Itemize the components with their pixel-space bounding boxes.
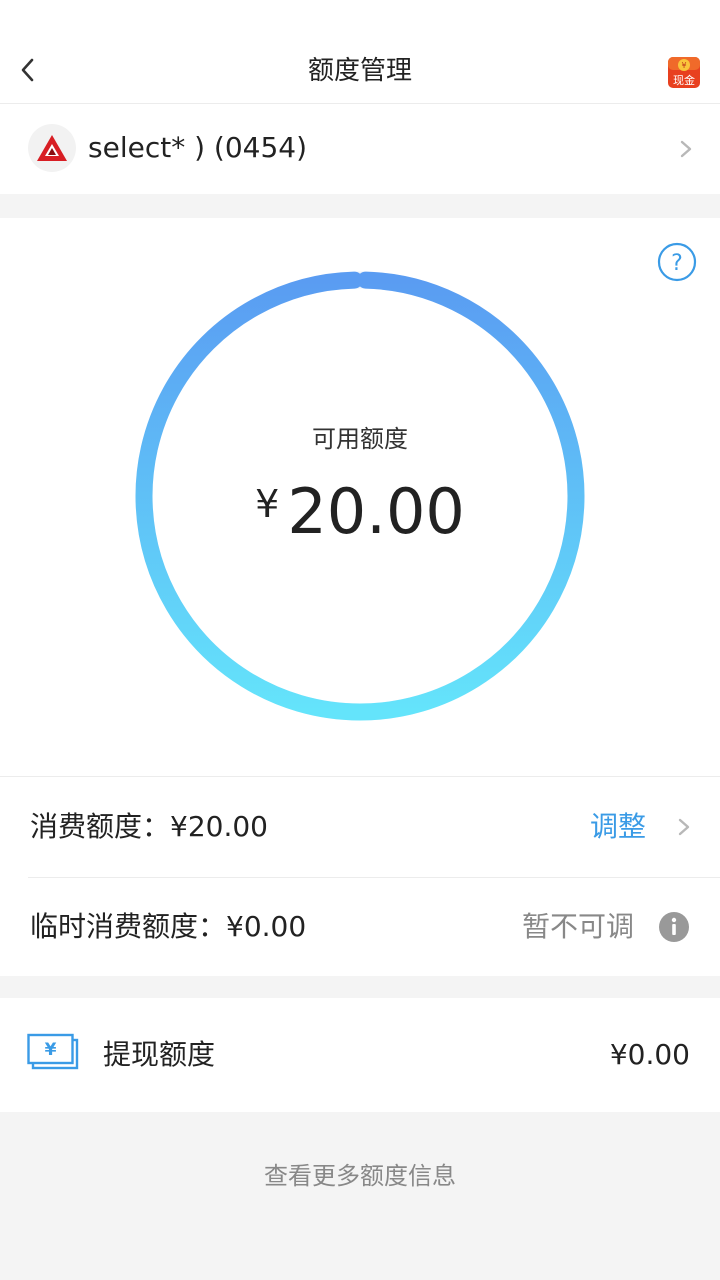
- available-credit-value: 20.00: [287, 475, 465, 548]
- cash-badge-label: 现金: [673, 73, 695, 87]
- temp-quota-value: ¥0.00: [226, 910, 307, 943]
- adjust-button[interactable]: 调整: [590, 807, 646, 847]
- consume-quota-row[interactable]: 消费额度：¥20.00 调整: [0, 777, 720, 877]
- temp-quota-status: 暂不可调: [522, 910, 635, 943]
- available-credit-label: 可用额度: [312, 425, 408, 453]
- yuan-note-icon: ¥: [27, 1033, 79, 1070]
- svg-text:?: ?: [671, 251, 683, 276]
- currency-symbol: ¥: [255, 482, 280, 526]
- available-credit-panel: ? 可用额度 ¥20.00: [0, 218, 720, 776]
- info-icon[interactable]: [658, 911, 690, 943]
- chevron-right-icon: [680, 140, 692, 158]
- svg-text:¥: ¥: [45, 1040, 57, 1060]
- consume-quota-label: 消费额度：: [30, 810, 171, 843]
- cash-badge-icon: ¥ 现金: [668, 57, 700, 88]
- temp-quota-text: 临时消费额度：¥0.00: [30, 907, 306, 947]
- svg-text:¥: ¥: [681, 61, 686, 70]
- temp-quota-label: 临时消费额度：: [30, 910, 227, 943]
- question-circle-icon[interactable]: ?: [657, 242, 697, 282]
- available-credit-amount: ¥20.00: [0, 472, 720, 568]
- withdraw-quota-label: 提现额度: [103, 1038, 216, 1071]
- bank-logo-icon: [37, 135, 67, 161]
- consume-quota-value: ¥20.00: [170, 810, 268, 843]
- card-selector[interactable]: select* ) (0454): [0, 104, 720, 194]
- withdraw-quota-row[interactable]: ¥ 提现额度 ¥0.00: [0, 998, 720, 1112]
- top-bar: 额度管理 ¥ 现金: [0, 0, 720, 104]
- more-quota-info-link[interactable]: 查看更多额度信息: [0, 1158, 720, 1194]
- cash-badge-button[interactable]: ¥ 现金: [666, 54, 702, 90]
- card-name: select* ) (0454): [88, 131, 308, 164]
- page-title: 额度管理: [307, 56, 412, 86]
- bank-logo: [28, 124, 76, 172]
- temp-quota-row: 临时消费额度：¥0.00 暂不可调: [0, 877, 720, 977]
- consume-quota-text: 消费额度：¥20.00: [30, 807, 268, 847]
- quota-list: 消费额度：¥20.00 调整 临时消费额度：¥0.00 暂不可调: [0, 776, 720, 976]
- chevron-right-icon: [678, 818, 690, 836]
- withdraw-quota-value: ¥0.00: [609, 1038, 690, 1071]
